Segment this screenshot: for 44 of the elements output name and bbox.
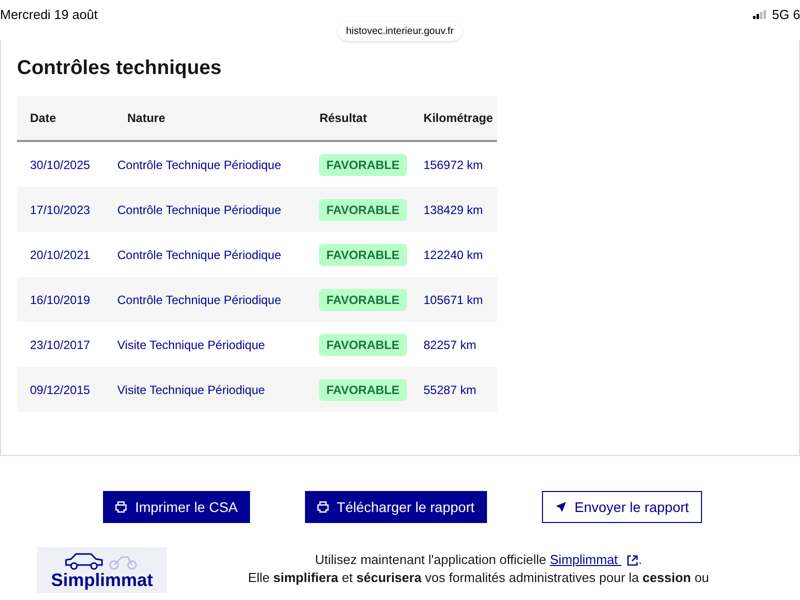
section-title: Contrôles techniques [17, 56, 222, 81]
result-badge: FAVORABLE [319, 334, 406, 356]
action-button[interactable]: Télécharger le rapport [304, 491, 487, 523]
signal-icon [753, 10, 767, 19]
app-link[interactable]: Simplimmat [550, 552, 638, 567]
column-header: Kilométrage [424, 111, 493, 125]
table-cell: 09/12/2015 [30, 382, 90, 396]
table-cell: 23/10/2017 [30, 338, 90, 352]
result-badge: FAVORABLE [319, 288, 406, 310]
logo-text: Simplimmat [50, 570, 154, 590]
table-cell: 17/10/2023 [30, 202, 90, 216]
result-badge: FAVORABLE [319, 154, 406, 176]
external-link-icon [627, 555, 638, 566]
status-date: Mercredi 19 août [0, 6, 98, 24]
table-cell: 105671 km [424, 292, 483, 306]
table-cell: Visite Technique Périodique [117, 338, 265, 352]
action-button[interactable]: Envoyer le rapport [542, 491, 702, 523]
printer-icon [115, 501, 128, 513]
table-cell: 122240 km [424, 248, 483, 262]
table-cell: Contrôle Technique Périodique [117, 158, 282, 172]
column-header: Nature [127, 111, 166, 125]
column-header: Résultat [319, 111, 367, 125]
table-cell: 20/10/2021 [30, 248, 90, 262]
result-badge: FAVORABLE [319, 198, 406, 220]
result-badge: FAVORABLE [319, 378, 406, 400]
table-cell: Visite Technique Périodique [117, 382, 265, 396]
table-cell: 82257 km [424, 338, 476, 352]
table-cell: 138429 km [424, 202, 483, 216]
table-cell: 16/10/2019 [30, 292, 90, 306]
send-icon [554, 501, 567, 513]
action-button[interactable]: Imprimer le CSA [103, 491, 250, 523]
table-cell: Contrôle Technique Périodique [117, 202, 282, 216]
result-badge: FAVORABLE [319, 244, 406, 266]
table-cell: Contrôle Technique Périodique [117, 292, 282, 306]
table-cell: Contrôle Technique Périodique [117, 248, 282, 262]
promo-text: Utilisez maintenant l'application officielle Simplimmat . [314, 551, 642, 569]
column-header: Date [30, 111, 56, 125]
url-pill: histovec.interieur.gouv.fr [338, 22, 462, 41]
network-status: 5G 6 [772, 6, 800, 24]
table-cell: 156972 km [424, 158, 483, 172]
promo-text: Elle simplifiera et sécurisera vos formalités administratives pour la cession ou [248, 569, 710, 587]
table-cell: 30/10/2025 [30, 158, 90, 172]
printer-icon [316, 501, 329, 513]
table-cell: 55287 km [424, 382, 476, 396]
